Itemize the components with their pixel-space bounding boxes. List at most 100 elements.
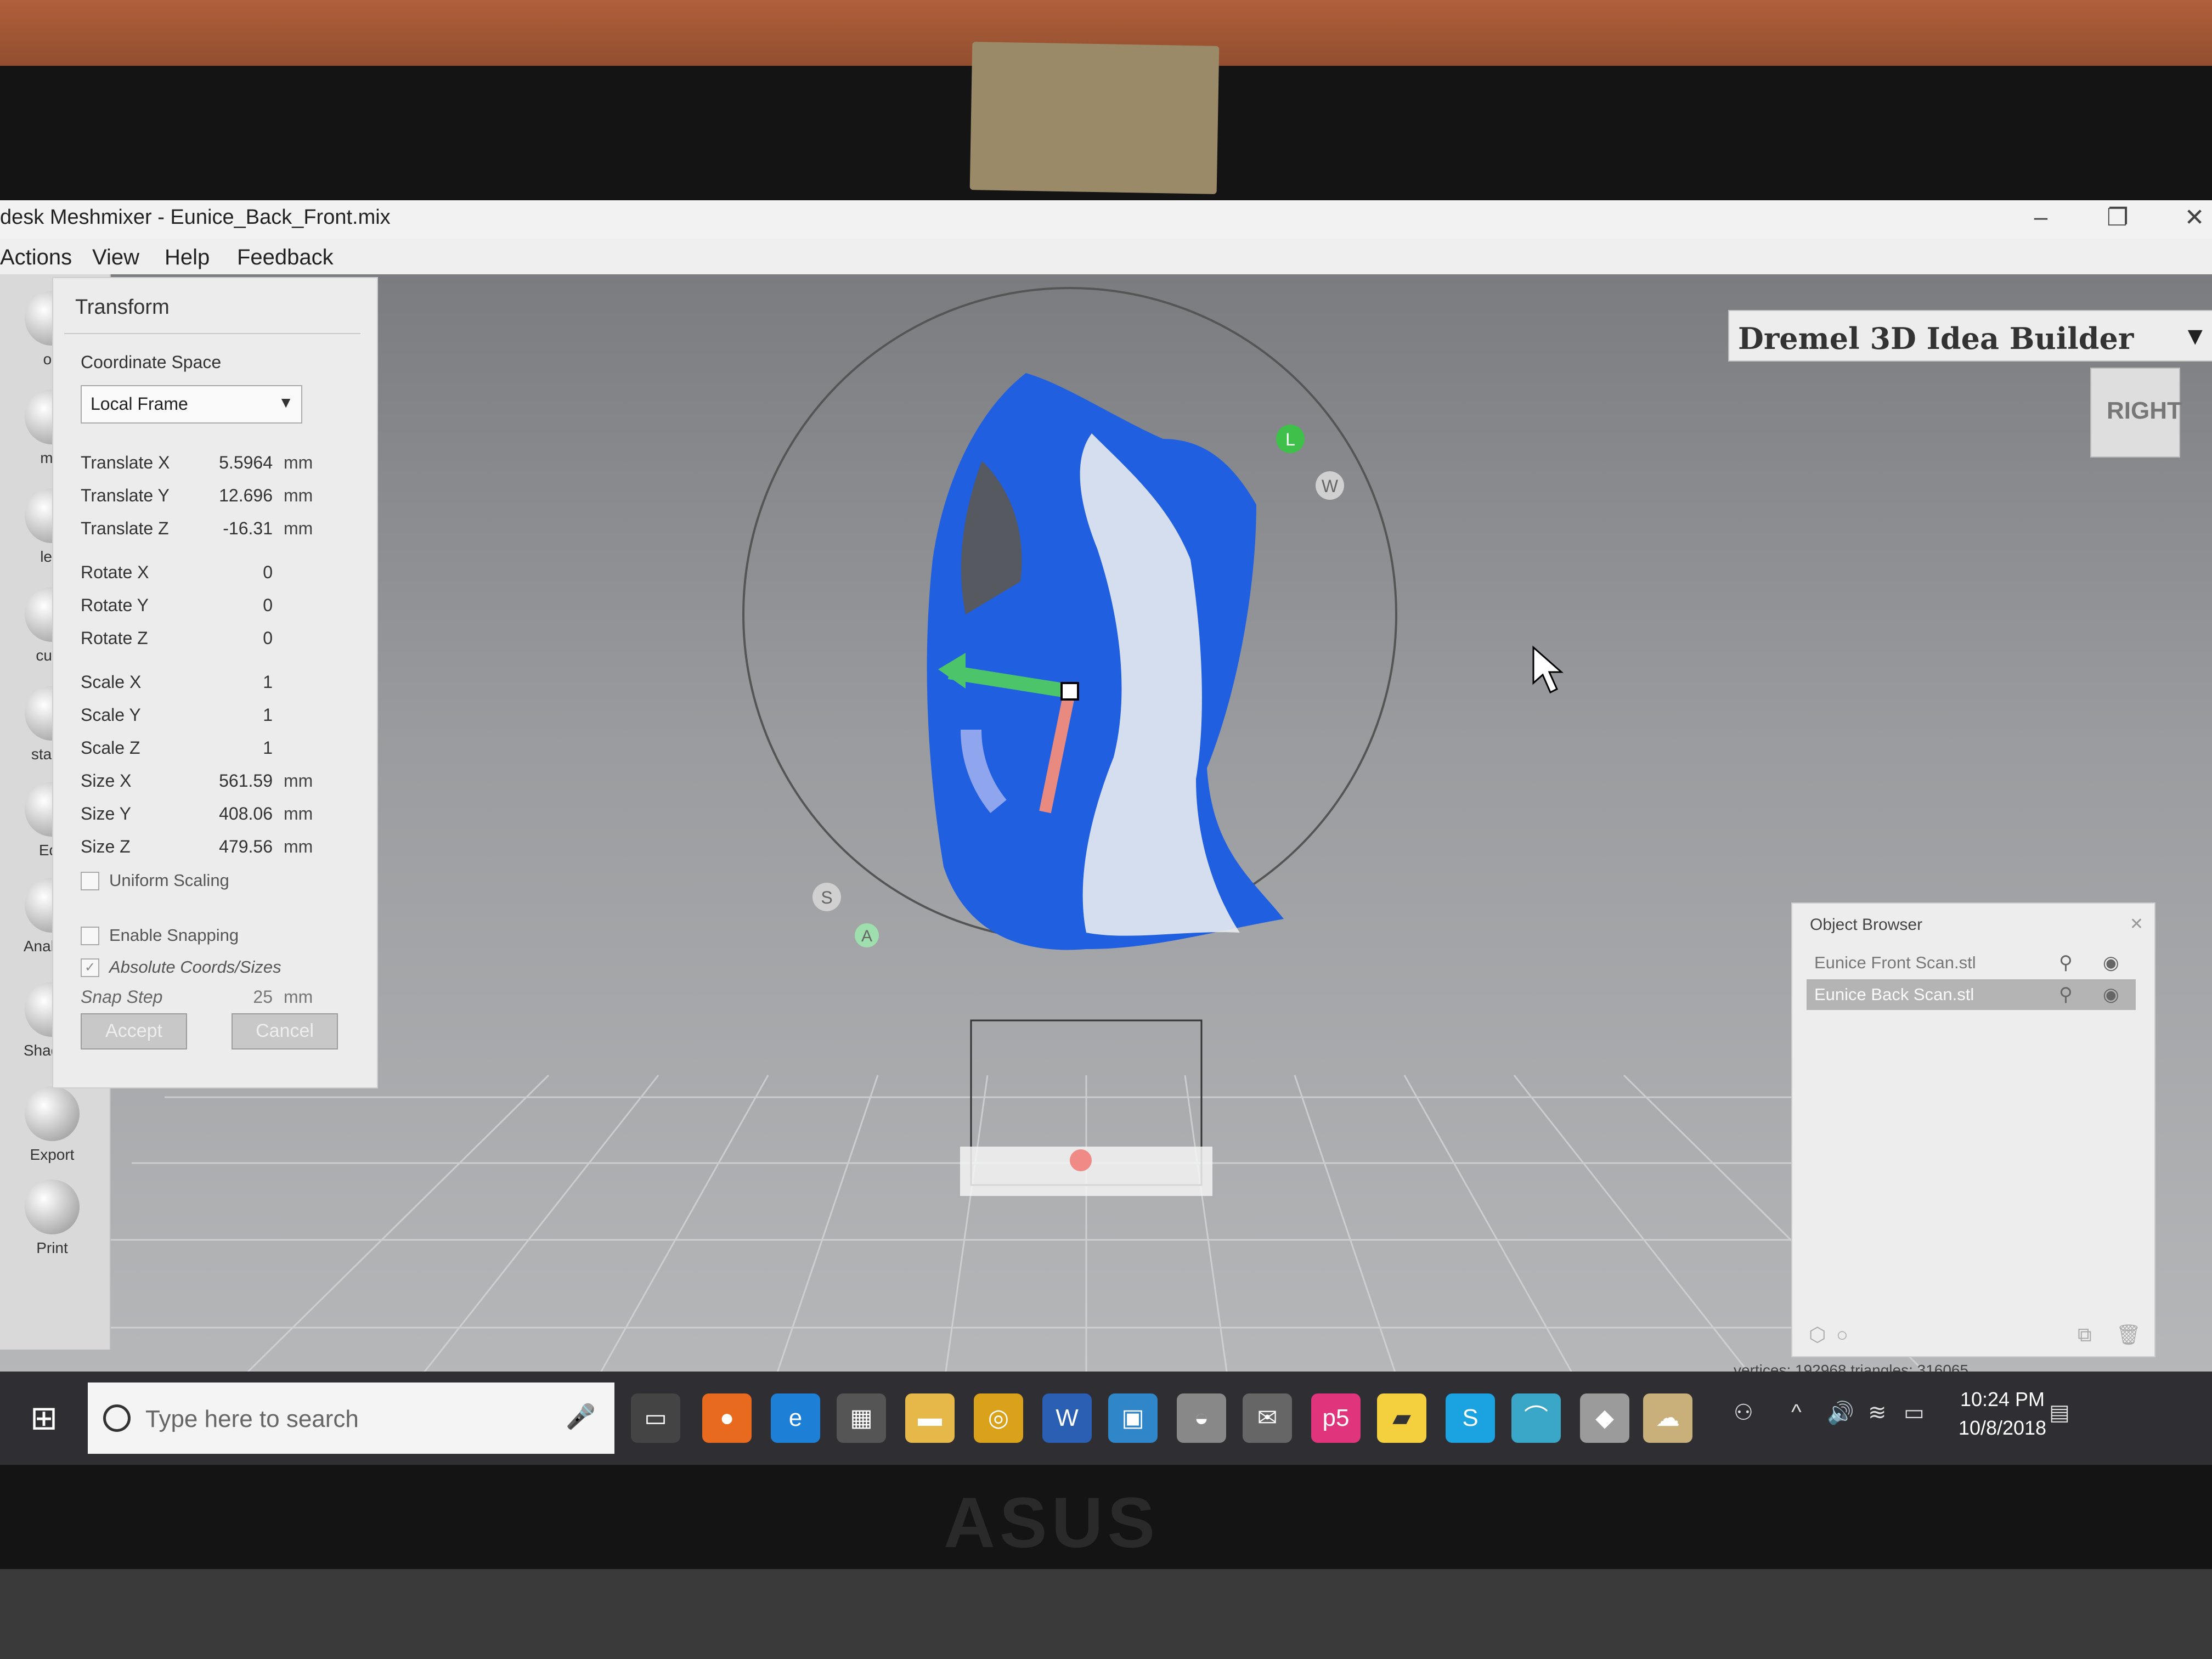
transform-title: Transform — [75, 296, 170, 319]
mail-icon[interactable]: ✉ — [1243, 1393, 1292, 1443]
object-item-name: Eunice Front Scan.stl — [1814, 953, 1976, 972]
translate-z-row[interactable]: Translate Z -16.31 mm — [81, 518, 355, 546]
clock-date[interactable]: 10/8/2018 — [1948, 1417, 2057, 1440]
uniform-scaling-checkbox[interactable] — [81, 872, 99, 890]
object-item-selected[interactable]: Eunice Back Scan.stl ⚲ ◉ — [1807, 979, 2136, 1010]
printer-select[interactable]: Dremel 3D Idea Builder ▼ — [1728, 310, 2212, 362]
object-browser: Object Browser ✕ Eunice Front Scan.stl ⚲… — [1791, 902, 2155, 1357]
firefox-icon[interactable]: ● — [702, 1393, 752, 1443]
size-z-row[interactable]: Size Z 479.56 mm — [81, 837, 355, 864]
chevron-up-icon[interactable]: ^ — [1791, 1400, 1802, 1425]
menu-actions[interactable]: Actions — [0, 245, 72, 270]
file-explorer-icon[interactable]: ▬ — [905, 1393, 955, 1443]
windows-start-icon[interactable]: ⊞ — [16, 1391, 71, 1446]
translate-x-row[interactable]: Translate X 5.5964 mm — [81, 453, 355, 480]
taskbar-search[interactable]: Type here to search 🎤 — [88, 1383, 614, 1454]
chrome-icon[interactable]: ◎ — [974, 1393, 1023, 1443]
accept-button[interactable]: Accept — [81, 1013, 187, 1049]
rotate-z-value[interactable]: 0 — [190, 628, 273, 648]
snap-step-row[interactable]: Snap Step 25 mm — [81, 987, 355, 1014]
title-bar: desk Meshmixer - Eunice_Back_Front.mix –… — [0, 200, 2212, 241]
task-view-icon[interactable]: ▭ — [631, 1393, 680, 1443]
dremel-app-icon[interactable]: ◆ — [1580, 1393, 1629, 1443]
size-y-label: Size Y — [81, 804, 131, 823]
app-icon[interactable]: ▣ — [1108, 1393, 1158, 1443]
eye-icon[interactable]: ◉ — [2103, 952, 2119, 974]
size-z-value[interactable]: 479.56 — [190, 837, 273, 857]
scale-y-row[interactable]: Scale Y 1 — [81, 705, 355, 732]
magnet-icon[interactable]: ⚲ — [2059, 984, 2073, 1006]
scale-z-row[interactable]: Scale Z 1 — [81, 738, 355, 765]
clock-time[interactable]: 10:24 PM — [1948, 1388, 2057, 1411]
scale-y-value[interactable]: 1 — [190, 705, 273, 725]
close-button[interactable]: ✕ — [2172, 204, 2212, 232]
close-icon[interactable]: ✕ — [2130, 915, 2143, 934]
tool-export-label: Export — [30, 1146, 75, 1163]
wifi-icon[interactable]: ≋ — [1868, 1400, 1887, 1425]
webcam-tape — [969, 42, 1220, 194]
scale-y-label: Scale Y — [81, 705, 141, 725]
view-cube[interactable]: RIGHT — [2090, 368, 2182, 458]
absolute-coords-checkbox[interactable]: ✓ — [81, 958, 99, 977]
translate-x-value[interactable]: 5.5964 — [190, 453, 273, 473]
volume-icon[interactable]: 🔊 — [1827, 1400, 1854, 1426]
menu-view[interactable]: View — [92, 245, 139, 270]
edge-icon[interactable]: e — [771, 1393, 820, 1443]
tool-print[interactable]: Print — [0, 1180, 104, 1257]
size-x-row[interactable]: Size X 561.59 mm — [81, 771, 355, 798]
battery-icon[interactable]: ▭ — [1904, 1400, 1925, 1425]
ring-icon[interactable]: ○ — [1836, 1323, 1848, 1346]
size-z-unit: mm — [284, 837, 313, 856]
menu-help[interactable]: Help — [165, 245, 210, 270]
sticky-notes-icon[interactable]: ▰ — [1377, 1393, 1426, 1443]
rotate-y-row[interactable]: Rotate Y 0 — [81, 595, 355, 623]
menu-feedback[interactable]: Feedback — [237, 245, 334, 270]
restore-button[interactable]: ❐ — [2096, 204, 2140, 232]
absolute-coords-label: Absolute Coords/Sizes — [109, 957, 281, 977]
rotate-x-row[interactable]: Rotate X 0 — [81, 562, 355, 590]
chevron-down-icon: ▼ — [2182, 321, 2208, 350]
scale-z-value[interactable]: 1 — [190, 738, 273, 758]
gizmo-label-w: W — [1322, 476, 1339, 496]
rotate-z-row[interactable]: Rotate Z 0 — [81, 628, 355, 656]
uniform-scaling-label: Uniform Scaling — [109, 871, 229, 890]
scale-x-value[interactable]: 1 — [190, 672, 273, 692]
rotate-y-value[interactable]: 0 — [190, 595, 273, 616]
notifications-icon[interactable]: ▤ — [2049, 1400, 2070, 1425]
translate-y-value[interactable]: 12.696 — [190, 486, 273, 506]
magnet-icon[interactable]: ⚲ — [2059, 952, 2073, 974]
scale-x-row[interactable]: Scale X 1 — [81, 672, 355, 699]
minimize-button[interactable]: – — [2019, 204, 2063, 231]
microphone-icon[interactable]: 🎤 — [566, 1402, 596, 1431]
eye-icon[interactable]: ◉ — [2103, 984, 2119, 1006]
chevron-down-icon: ▼ — [278, 394, 294, 411]
object-item[interactable]: Eunice Front Scan.stl ⚲ ◉ — [1807, 947, 2136, 978]
size-x-value[interactable]: 561.59 — [190, 771, 273, 791]
size-y-row[interactable]: Size Y 408.06 mm — [81, 804, 355, 831]
people-icon[interactable]: ⚇ — [1734, 1400, 1753, 1425]
cancel-button[interactable]: Cancel — [232, 1013, 338, 1049]
word-icon[interactable]: W — [1042, 1393, 1092, 1443]
cortana-icon — [103, 1404, 131, 1432]
cube-icon[interactable]: ⬡ — [1809, 1323, 1826, 1346]
rotate-y-label: Rotate Y — [81, 595, 149, 615]
tool-export[interactable]: Export — [0, 1086, 104, 1164]
duplicate-icon[interactable]: ⧉ — [2078, 1323, 2092, 1347]
amazon-icon[interactable]: ⌒ — [1511, 1393, 1561, 1443]
translate-z-value[interactable]: -16.31 — [190, 518, 273, 539]
folder-cloud-icon[interactable]: ☁ — [1643, 1393, 1692, 1443]
trash-icon[interactable]: 🗑 — [2116, 1323, 2141, 1346]
translate-y-row[interactable]: Translate Y 12.696 mm — [81, 486, 355, 513]
rotate-x-value[interactable]: 0 — [190, 562, 273, 583]
rotate-z-label: Rotate Z — [81, 628, 148, 648]
scan-mesh[interactable] — [927, 373, 1284, 950]
size-y-value[interactable]: 408.06 — [190, 804, 273, 824]
snap-step-value[interactable]: 25 — [190, 987, 273, 1007]
store-icon[interactable]: ▦ — [837, 1393, 886, 1443]
meshmixer-icon[interactable]: ◒ — [1177, 1393, 1226, 1443]
p5-icon[interactable]: p5 — [1311, 1393, 1361, 1443]
skype-icon[interactable]: S — [1446, 1393, 1495, 1443]
rotate-x-label: Rotate X — [81, 562, 149, 582]
enable-snapping-checkbox[interactable] — [81, 927, 99, 945]
coordinate-space-select[interactable]: Local Frame ▼ — [81, 385, 302, 424]
